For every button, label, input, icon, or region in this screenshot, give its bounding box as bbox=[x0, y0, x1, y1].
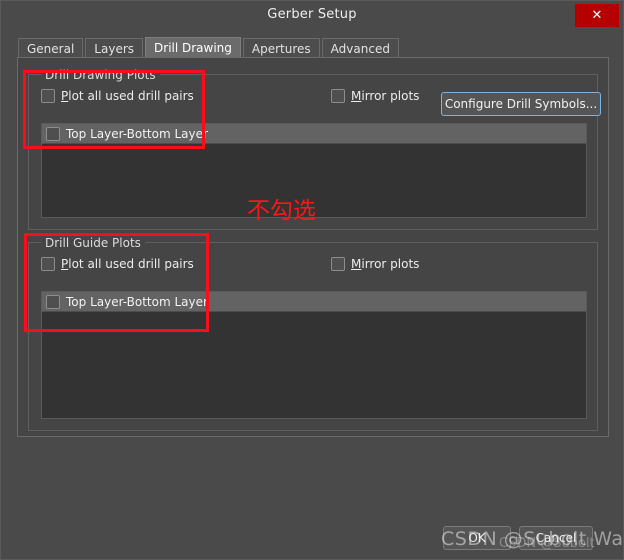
tab-advanced[interactable]: Advanced bbox=[322, 38, 399, 58]
checkbox-label: Plot all used drill pairs bbox=[61, 257, 194, 271]
checkbox-box-icon[interactable] bbox=[46, 127, 60, 141]
list-header-row[interactable]: Top Layer-Bottom Layer bbox=[42, 292, 586, 312]
checkbox-drawing-mirror-plots[interactable]: Mirror plots bbox=[331, 89, 419, 103]
checkbox-box-icon bbox=[331, 257, 345, 271]
configure-drill-symbols-button[interactable]: Configure Drill Symbols... bbox=[441, 92, 601, 116]
ok-button[interactable]: OK bbox=[443, 526, 511, 550]
tab-apertures[interactable]: Apertures bbox=[243, 38, 320, 58]
list-header-label: Top Layer-Bottom Layer bbox=[66, 295, 208, 309]
list-body bbox=[42, 312, 586, 418]
label-rest: lot all used drill pairs bbox=[68, 89, 194, 103]
list-header-label: Top Layer-Bottom Layer bbox=[66, 127, 208, 141]
checkbox-label: Mirror plots bbox=[351, 89, 419, 103]
tab-layers[interactable]: Layers bbox=[85, 38, 143, 58]
close-icon: ✕ bbox=[592, 9, 603, 22]
close-button[interactable]: ✕ bbox=[575, 4, 619, 27]
accel-char: M bbox=[351, 257, 361, 271]
drill-guide-pairs-list[interactable]: Top Layer-Bottom Layer bbox=[41, 291, 587, 419]
checkbox-box-icon bbox=[331, 89, 345, 103]
page-title: Gerber Setup bbox=[1, 7, 623, 22]
checkbox-box-icon bbox=[41, 89, 55, 103]
accel-char: M bbox=[351, 89, 361, 103]
label-rest: irror plots bbox=[361, 89, 419, 103]
title-bar: Gerber Setup ✕ bbox=[1, 1, 623, 30]
cancel-button[interactable]: Cancel bbox=[519, 526, 593, 550]
checkbox-drawing-plot-all-used-drill-pairs[interactable]: Plot all used drill pairs bbox=[41, 89, 194, 103]
tab-page-drill-drawing: Drill Drawing Plots Plot all used drill … bbox=[17, 57, 609, 437]
tab-drill-drawing[interactable]: Drill Drawing bbox=[145, 37, 241, 58]
label-rest: lot all used drill pairs bbox=[68, 257, 194, 271]
group-drill-guide-plots: Drill Guide Plots Plot all used drill pa… bbox=[28, 242, 598, 431]
tab-strip: General Layers Drill Drawing Apertures A… bbox=[18, 37, 401, 58]
gerber-setup-dialog: Gerber Setup ✕ General Layers Drill Draw… bbox=[0, 0, 624, 560]
checkbox-label: Mirror plots bbox=[351, 257, 419, 271]
checkbox-guide-plot-all-used-drill-pairs[interactable]: Plot all used drill pairs bbox=[41, 257, 194, 271]
tab-general[interactable]: General bbox=[18, 38, 83, 58]
annotation-text-no-check: 不勾选 bbox=[247, 191, 316, 225]
label-rest: irror plots bbox=[361, 257, 419, 271]
checkbox-box-icon[interactable] bbox=[46, 295, 60, 309]
group-drill-drawing-plots-title: Drill Drawing Plots bbox=[41, 68, 160, 82]
checkbox-box-icon bbox=[41, 257, 55, 271]
checkbox-guide-mirror-plots[interactable]: Mirror plots bbox=[331, 257, 419, 271]
checkbox-label: Plot all used drill pairs bbox=[61, 89, 194, 103]
list-header-row[interactable]: Top Layer-Bottom Layer bbox=[42, 124, 586, 144]
group-drill-guide-plots-title: Drill Guide Plots bbox=[41, 236, 145, 250]
